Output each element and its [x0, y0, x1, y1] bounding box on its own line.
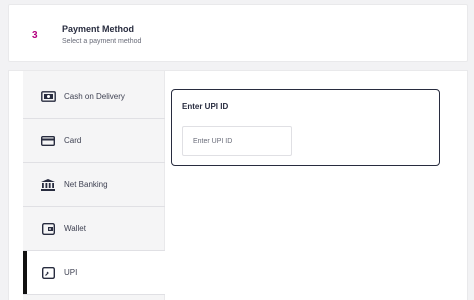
card-icon	[40, 134, 56, 148]
bank-icon	[40, 178, 56, 192]
method-wallet[interactable]: Wallet	[23, 207, 165, 251]
upi-id-input[interactable]	[182, 126, 292, 156]
method-label: Card	[64, 136, 82, 145]
cash-icon	[40, 90, 56, 104]
method-card[interactable]: Card	[23, 119, 165, 163]
method-label: Wallet	[64, 224, 86, 233]
payment-method-step-header: 3 Payment Method Select a payment method	[8, 4, 468, 62]
method-net-banking[interactable]: Net Banking	[23, 163, 165, 207]
step-title: Payment Method	[62, 24, 135, 34]
method-cash-on-delivery[interactable]: Cash on Delivery	[23, 75, 165, 119]
upi-form-title: Enter UPI ID	[182, 102, 229, 111]
method-label: Cash on Delivery	[64, 92, 125, 101]
step-subtitle: Select a payment method	[62, 38, 142, 45]
payment-method-sidebar: Cash on Delivery Card Net Banking Wallet…	[23, 71, 165, 300]
upi-icon	[40, 266, 56, 280]
payment-panel: Cash on Delivery Card Net Banking Wallet…	[8, 70, 468, 300]
method-label: UPI	[64, 268, 78, 277]
upi-form-card: Enter UPI ID	[171, 89, 440, 166]
method-upi[interactable]: UPI	[23, 251, 165, 295]
wallet-icon	[40, 222, 56, 236]
step-number: 3	[32, 30, 38, 41]
method-label: Net Banking	[64, 180, 108, 189]
